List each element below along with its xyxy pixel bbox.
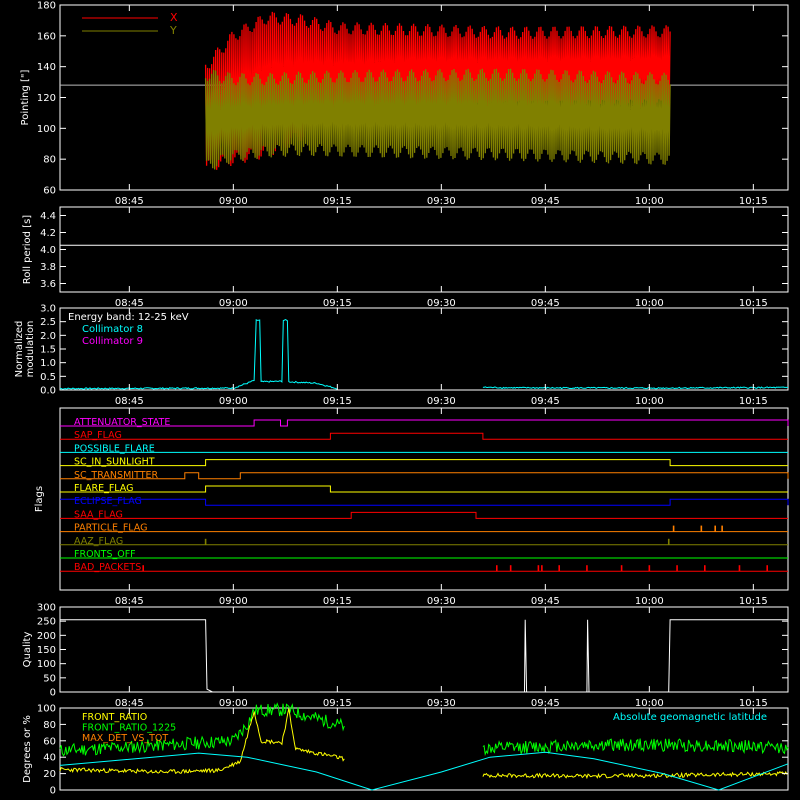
flag-eclipse-flag-trace	[60, 498, 789, 506]
flags-xtick-label: 09:15	[323, 596, 352, 607]
ratios-ylabel: Degrees or %	[22, 715, 33, 783]
pointing-xtick-label: 09:45	[531, 196, 560, 207]
pointing-legend-label: Y	[169, 24, 177, 37]
roll-xtick-label: 10:15	[739, 298, 768, 309]
modulation-legend-label: Collimator 8	[82, 324, 143, 335]
ratios-ytick-label: 40	[43, 753, 56, 764]
pointing-xtick-label: 09:00	[219, 196, 248, 207]
quality-ytick-label: 50	[43, 673, 56, 684]
roll-ytick-label: 3.8	[40, 262, 56, 273]
pointing-ytick-label: 100	[37, 124, 56, 135]
flags-xtick-label: 09:45	[531, 596, 560, 607]
ratios-ytick-label: 60	[43, 736, 56, 747]
modulation-legend-label: Collimator 9	[82, 336, 143, 347]
ratios-ytick-label: 80	[43, 720, 56, 731]
flags-ylabel: Flags	[34, 486, 45, 512]
pointing-ytick-label: 140	[37, 62, 56, 73]
ratios-ytick-label: 20	[43, 769, 56, 780]
roll-ylabel: Roll period [s]	[22, 215, 33, 284]
quality-ytick-label: 150	[37, 645, 56, 656]
modulation-xtick-label: 09:00	[219, 396, 248, 407]
ratios-ytick-label: 100	[37, 704, 56, 715]
pointing-xtick-label: 09:30	[427, 196, 456, 207]
roll-xtick-label: 09:15	[323, 298, 352, 309]
modulation-ylabel: modulation	[25, 321, 36, 378]
flag-sc-in-sunlight-trace	[60, 459, 788, 467]
roll-xtick-label: 09:45	[531, 298, 560, 309]
ratios-legend-label: FRONT_RATIO	[82, 712, 147, 723]
modulation-xtick-label: 09:30	[427, 396, 456, 407]
observing-summary-figure: XY 60 80 100 120 140 160 180 08:45 09:00 09:15 09:3…	[14, 1, 789, 797]
flags-xtick-label: 08:45	[115, 596, 144, 607]
pointing-xtick-label: 08:45	[115, 196, 144, 207]
roll-ytick-label: 4.2	[40, 228, 56, 239]
pointing-ytick-label: 180	[37, 1, 56, 12]
flags-xtick-label: 09:00	[219, 596, 248, 607]
modulation-ylabel: Normalized	[14, 321, 25, 378]
quality-xtick-label: 10:15	[739, 698, 768, 709]
modulation-ytick-label: 0.0	[40, 386, 56, 397]
pointing-xtick-label: 10:00	[635, 196, 664, 207]
pointing-legend-label: X	[170, 11, 178, 24]
pointing-ylabel: Pointing ["]	[20, 69, 31, 125]
quality-ytick-label: 0	[50, 688, 56, 699]
quality-ytick-label: 250	[37, 617, 56, 628]
flags-xtick-label: 09:30	[427, 596, 456, 607]
modulation-series-collimator-8	[482, 386, 789, 390]
modulation-xtick-label: 09:15	[323, 396, 352, 407]
modulation-ytick-label: 2.0	[40, 331, 56, 342]
modulation-ytick-label: 1.5	[40, 345, 56, 356]
modulation-legend-title: Energy band: 12-25 keV	[68, 312, 189, 323]
flags-xtick-label: 10:00	[635, 596, 664, 607]
flag-saa-flag-trace	[60, 511, 788, 519]
roll-xtick-label: 10:00	[635, 298, 664, 309]
modulation-ytick-label: 0.5	[40, 372, 56, 383]
modulation-xtick-label: 10:00	[635, 396, 664, 407]
flag-sap-flag-trace	[60, 432, 788, 440]
pointing-ytick-label: 120	[37, 93, 56, 104]
quality-ylabel: Quality	[22, 632, 33, 668]
ratios-legend-label: FRONT_RATIO_1225	[82, 723, 176, 734]
pointing-xtick-label: 10:15	[739, 196, 768, 207]
flag-eclipse-flag-label: ECLIPSE_FLAG	[74, 496, 142, 507]
modulation-xtick-label: 09:45	[531, 396, 560, 407]
pointing-ytick-label: 60	[43, 186, 56, 197]
roll-xtick-label: 08:45	[115, 298, 144, 309]
ratios-right-legend: Absolute geomagnetic latitude	[613, 712, 767, 723]
quality-xtick-label: 10:00	[635, 698, 664, 709]
modulation-xtick-label: 10:15	[739, 396, 768, 407]
roll-ytick-label: 4.4	[40, 211, 56, 222]
quality-xtick-label: 09:00	[219, 698, 248, 709]
modulation-ytick-label: 2.5	[40, 317, 56, 328]
flag-sc-transmitter-trace	[60, 472, 789, 480]
ratios-series-front-ratio-1225	[482, 738, 789, 757]
roll-ytick-label: 3.6	[40, 279, 56, 290]
pointing-ytick-label: 160	[37, 31, 56, 42]
quality-xtick-label: 09:15	[323, 698, 352, 709]
flags-xtick-label: 10:15	[739, 596, 768, 607]
pointing-xtick-label: 09:15	[323, 196, 352, 207]
quality-ytick-label: 300	[37, 603, 56, 614]
roll-xtick-label: 09:00	[219, 298, 248, 309]
ratios-series-front-ratio	[482, 770, 789, 780]
quality-ytick-label: 100	[37, 659, 56, 670]
quality-xtick-label: 09:45	[531, 698, 560, 709]
roll-frame	[59, 206, 789, 293]
flag-flare-flag-trace	[60, 485, 788, 493]
quality-xtick-label: 08:45	[115, 698, 144, 709]
roll-xtick-label: 09:30	[427, 298, 456, 309]
ratios-legend-label: MAX_DET_VS_TOT	[82, 733, 168, 744]
modulation-ytick-label: 3.0	[40, 304, 56, 315]
quality-series-line	[60, 619, 788, 693]
ratios-ytick-label: 0	[50, 786, 56, 797]
modulation-xtick-label: 08:45	[115, 396, 144, 407]
modulation-ytick-label: 1.0	[40, 358, 56, 369]
quality-ytick-label: 200	[37, 631, 56, 642]
quality-xtick-label: 09:30	[427, 698, 456, 709]
roll-ytick-label: 4.0	[40, 245, 56, 256]
pointing-ytick-label: 80	[43, 155, 56, 166]
